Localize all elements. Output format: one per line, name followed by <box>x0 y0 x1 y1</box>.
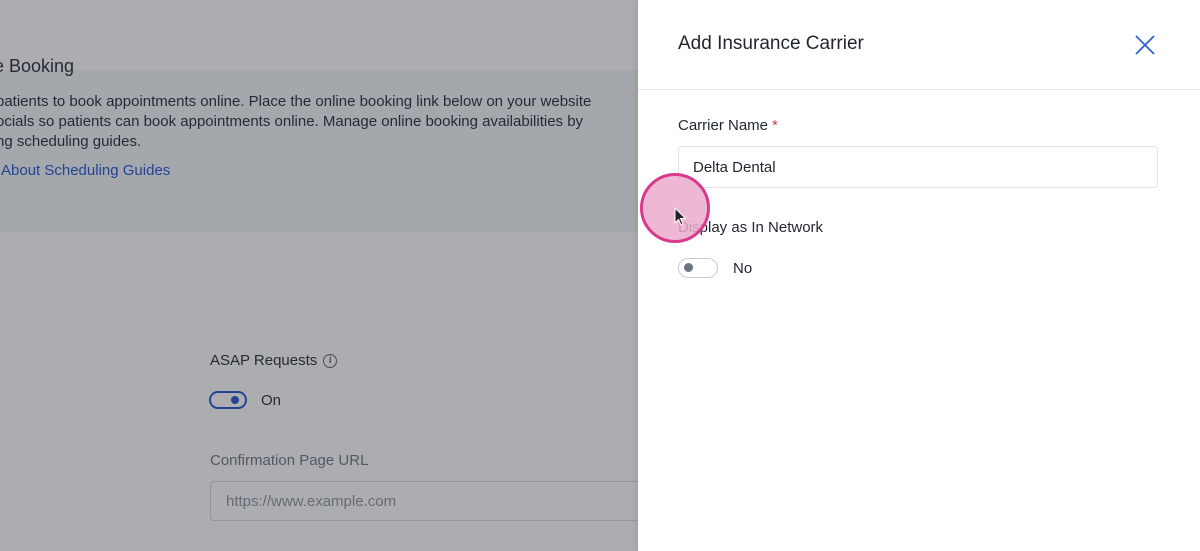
carrier-name-input[interactable] <box>679 147 1157 187</box>
close-icon <box>1135 35 1155 55</box>
carrier-name-field[interactable] <box>678 146 1158 188</box>
carrier-name-label: Carrier Name * <box>678 117 778 134</box>
drawer-header: Add Insurance Carrier <box>638 0 1200 90</box>
in-network-toggle-text: No <box>733 259 753 277</box>
mouse-pointer-icon <box>674 207 687 226</box>
toggle-knob <box>684 263 693 272</box>
in-network-toggle-row: No <box>678 258 752 278</box>
required-marker: * <box>772 117 778 134</box>
add-insurance-carrier-drawer: Add Insurance Carrier Carrier Name* Disp… <box>638 0 1200 551</box>
drawer-title: Add Insurance Carrier <box>678 33 864 54</box>
in-network-toggle[interactable] <box>678 258 718 278</box>
close-button[interactable] <box>1133 33 1157 57</box>
carrier-name-label-text: Carrier Name <box>678 117 769 134</box>
